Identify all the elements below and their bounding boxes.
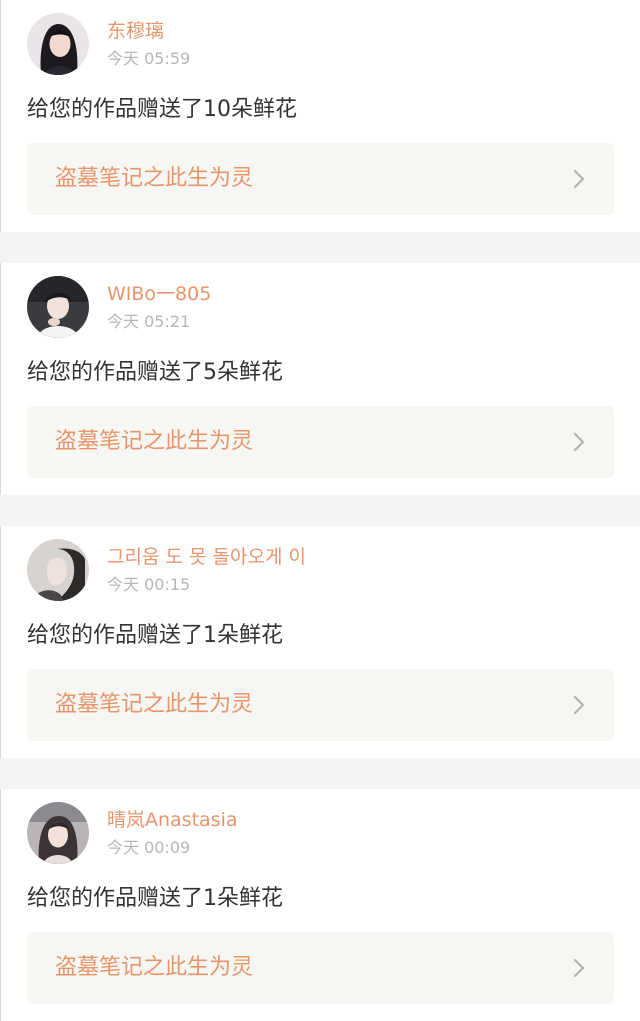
work-title: 盗墓笔记之此生为灵 [55, 429, 254, 454]
timestamp: 今天 05:21 [107, 312, 191, 331]
avatar-profile-grey-icon [27, 539, 89, 601]
work-title: 盗墓笔记之此生为灵 [55, 166, 254, 191]
timestamp: 今天 00:09 [107, 838, 191, 857]
chevron-right-icon [572, 695, 586, 715]
chevron-right-icon [572, 169, 586, 189]
notification-card: 晴岚Anastasia 今天 00:09 给您的作品赠送了1朵鲜花 盗墓笔记之此… [0, 789, 640, 1021]
chevron-right-icon [572, 958, 586, 978]
avatar-boy-light-icon [27, 276, 89, 338]
work-link-button[interactable]: 盗墓笔记之此生为灵 [27, 669, 614, 741]
user-avatar[interactable] [27, 13, 89, 75]
gift-message: 给您的作品赠送了1朵鲜花 [27, 886, 283, 911]
user-name[interactable]: 그리움 도 못 돌아오게 이 [107, 544, 306, 570]
user-name[interactable]: WIBo一805 [107, 281, 211, 307]
work-link-button[interactable]: 盗墓笔记之此生为灵 [27, 932, 614, 1004]
notification-card: WIBo一805 今天 05:21 给您的作品赠送了5朵鲜花 盗墓笔记之此生为灵 [0, 263, 640, 495]
timestamp: 今天 05:59 [107, 49, 191, 68]
user-avatar[interactable] [27, 802, 89, 864]
gift-message: 给您的作品赠送了5朵鲜花 [27, 360, 283, 385]
notification-card: 东穆璃 今天 05:59 给您的作品赠送了10朵鲜花 盗墓笔记之此生为灵 [0, 0, 640, 232]
user-avatar[interactable] [27, 276, 89, 338]
timestamp: 今天 00:15 [107, 575, 191, 594]
chevron-right-icon [572, 432, 586, 452]
notification-card: 그리움 도 못 돌아오게 이 今天 00:15 给您的作品赠送了1朵鲜花 盗墓笔… [0, 526, 640, 758]
work-title: 盗墓笔记之此生为灵 [55, 692, 254, 717]
avatar-girl-dark-hair-icon [27, 13, 89, 75]
work-link-button[interactable]: 盗墓笔记之此生为灵 [27, 406, 614, 478]
user-avatar[interactable] [27, 539, 89, 601]
work-title: 盗墓笔记之此生为灵 [55, 955, 254, 980]
work-link-button[interactable]: 盗墓笔记之此生为灵 [27, 143, 614, 215]
gift-message: 给您的作品赠送了10朵鲜花 [27, 97, 297, 122]
gift-notification-feed: 东穆璃 今天 05:59 给您的作品赠送了10朵鲜花 盗墓笔记之此生为灵 WIB… [0, 0, 640, 1021]
user-name[interactable]: 东穆璃 [107, 18, 164, 44]
user-name[interactable]: 晴岚Anastasia [107, 807, 238, 833]
avatar-girl-light-icon [27, 802, 89, 864]
gift-message: 给您的作品赠送了1朵鲜花 [27, 623, 283, 648]
